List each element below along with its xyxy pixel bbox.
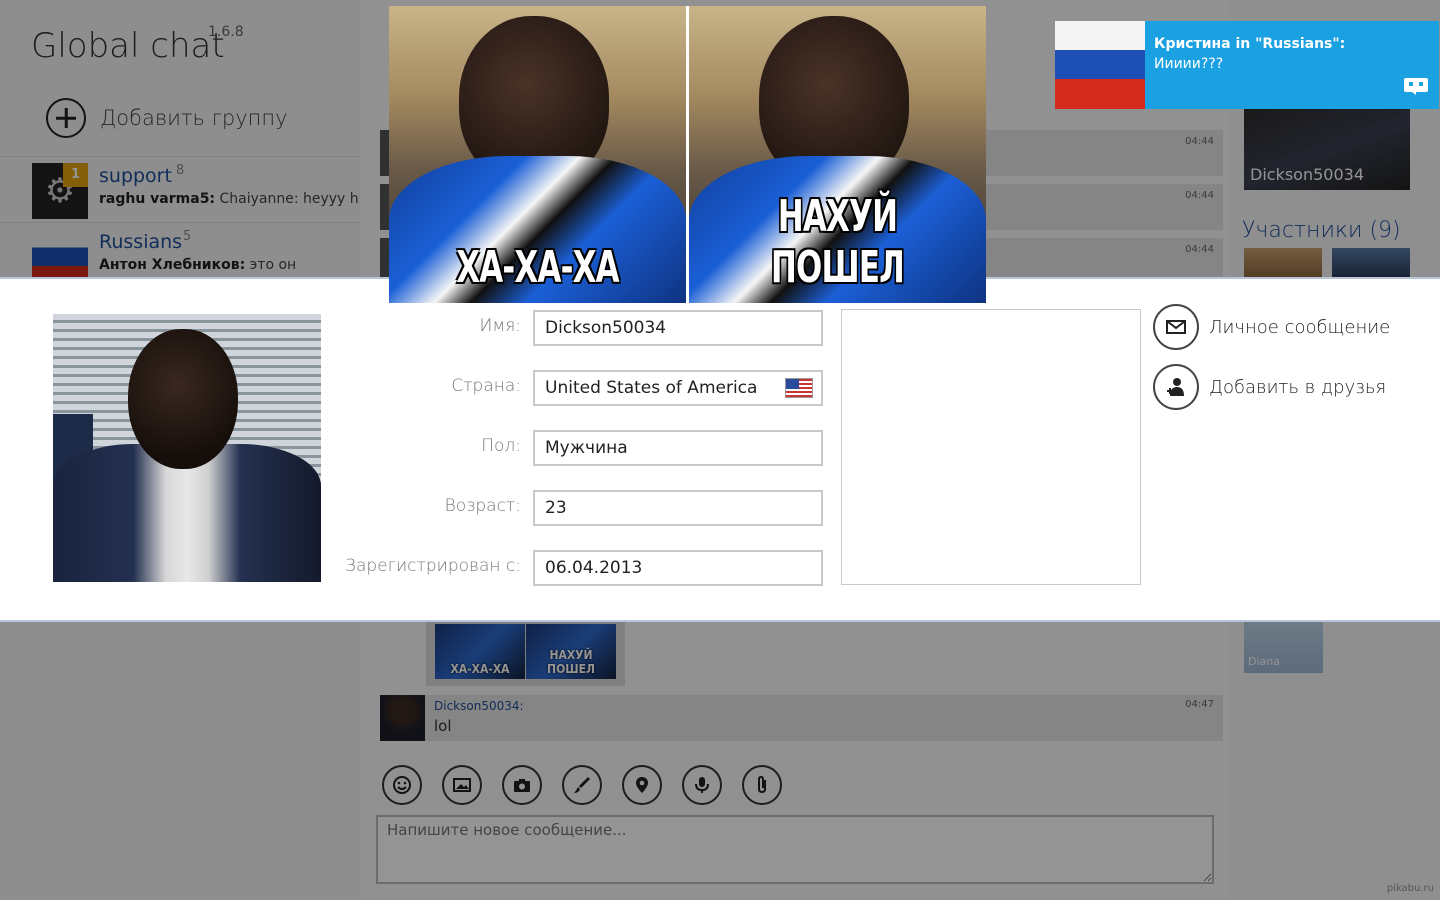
private-message-label: Личное сообщение (1209, 316, 1391, 338)
envelope-icon (1153, 304, 1199, 350)
add-friend-label: Добавить в друзья (1209, 376, 1387, 398)
registered-date-field[interactable]: 06.04.2013 (533, 550, 823, 586)
field-label: Имя: (479, 316, 521, 336)
usa-flag-icon (785, 378, 813, 398)
watermark: pikabu.ru (1386, 883, 1434, 894)
field-label: Зарегистрирован с: (345, 556, 521, 576)
user-avatar (53, 314, 321, 582)
field-country: Страна: United States of America (340, 370, 823, 406)
field-age: Возраст: 23 (340, 490, 823, 526)
age-field[interactable]: 23 (533, 490, 823, 526)
country-field[interactable]: United States of America (533, 370, 823, 406)
notification-body: Иииии??? (1154, 56, 1224, 72)
field-label: Пол: (481, 436, 521, 456)
russia-flag-icon (1055, 21, 1145, 109)
about-textbox[interactable] (841, 309, 1141, 585)
meme-panel-left: ХА-ХА-ХА (389, 6, 686, 303)
field-gender: Пол: Мужчина (340, 430, 823, 466)
field-label: Возраст: (444, 496, 521, 516)
field-label: Страна: (451, 376, 521, 396)
app-logo-icon (1404, 78, 1428, 95)
add-user-icon (1153, 364, 1199, 410)
notification-toast[interactable]: Кристина in "Russians": Иииии??? (1055, 21, 1439, 109)
field-registered: Зарегистрирован с: 06.04.2013 (340, 550, 823, 586)
add-friend-button[interactable]: Добавить в друзья (1153, 364, 1386, 410)
image-preview[interactable]: ХА-ХА-ХА НАХУЙ ПОШЕЛ (389, 6, 986, 303)
field-name: Имя: Dickson50034 (340, 310, 823, 346)
avatar-head (128, 329, 238, 469)
country-value: United States of America (545, 378, 758, 398)
user-profile-panel: Имя: Dickson50034 Страна: United States … (0, 277, 1440, 622)
meme-panel-right: НАХУЙ ПОШЕЛ (689, 6, 986, 303)
notification-title: Кристина in "Russians": (1154, 36, 1346, 52)
gender-field[interactable]: Мужчина (533, 430, 823, 466)
meme-caption: НАХУЙ ПОШЕЛ (770, 191, 905, 293)
name-field[interactable]: Dickson50034 (533, 310, 823, 346)
private-message-button[interactable]: Личное сообщение (1153, 304, 1390, 350)
meme-caption: ХА-ХА-ХА (456, 242, 619, 293)
